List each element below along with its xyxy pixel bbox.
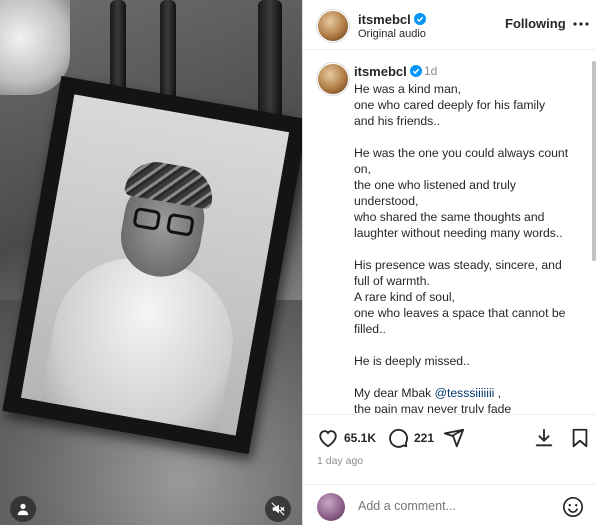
author-username-text[interactable]: itsmebcl bbox=[358, 12, 411, 27]
author-avatar[interactable] bbox=[317, 10, 349, 42]
verified-badge-icon bbox=[409, 65, 422, 77]
muted-speaker-icon[interactable] bbox=[265, 496, 291, 522]
paper-plane-icon bbox=[443, 428, 465, 448]
save-button[interactable] bbox=[569, 427, 591, 449]
emoji-icon[interactable] bbox=[562, 496, 584, 518]
post-caption: itsmebcl 1d He was a kind man, one who c… bbox=[303, 51, 597, 413]
portrait-body bbox=[38, 245, 246, 436]
scrollbar-thumb[interactable] bbox=[592, 61, 596, 261]
mention-link[interactable]: @tesssiiiiiii bbox=[435, 386, 495, 400]
comment-bubble-icon bbox=[389, 428, 409, 448]
post-actions: 65.1K 221 1 day ago bbox=[303, 414, 597, 484]
like-button[interactable]: 65.1K bbox=[317, 427, 376, 449]
audio-link[interactable]: Original audio bbox=[358, 28, 426, 40]
bookmark-icon bbox=[572, 428, 588, 448]
caption-time: 1d bbox=[424, 64, 438, 78]
photo-frame bbox=[2, 75, 302, 455]
comment-input[interactable] bbox=[358, 499, 548, 513]
caption-username-text[interactable]: itsmebcl bbox=[354, 64, 407, 79]
post-header: itsmebcl Original audio Following bbox=[303, 0, 597, 50]
heart-icon bbox=[319, 430, 337, 448]
post-side-panel: itsmebcl Original audio Following itsmeb… bbox=[302, 0, 597, 525]
caption-author-avatar[interactable] bbox=[317, 63, 349, 95]
comment-bar bbox=[303, 484, 597, 525]
following-button[interactable]: Following bbox=[505, 16, 566, 31]
verified-badge-icon bbox=[413, 13, 426, 25]
author-username[interactable]: itsmebcl bbox=[358, 12, 426, 27]
download-icon bbox=[535, 428, 553, 447]
share-button[interactable] bbox=[443, 427, 465, 449]
comment-count[interactable]: 221 bbox=[414, 431, 434, 445]
download-button[interactable] bbox=[533, 427, 555, 449]
caption-text: He was a kind man, one who cared deeply … bbox=[354, 81, 584, 413]
portrait-photo bbox=[20, 94, 290, 436]
reel-video[interactable] bbox=[0, 0, 302, 525]
caption-scrollbar[interactable] bbox=[591, 55, 597, 410]
comment-button[interactable]: 221 bbox=[387, 427, 434, 449]
post-date[interactable]: 1 day ago bbox=[317, 455, 363, 467]
more-options-icon[interactable] bbox=[571, 14, 591, 34]
person-icon[interactable] bbox=[10, 496, 36, 522]
caption-body: He was a kind man, one who cared deeply … bbox=[354, 82, 569, 400]
viewer-avatar bbox=[317, 493, 345, 521]
like-count[interactable]: 65.1K bbox=[344, 431, 376, 445]
caption-username[interactable]: itsmebcl bbox=[354, 64, 422, 79]
